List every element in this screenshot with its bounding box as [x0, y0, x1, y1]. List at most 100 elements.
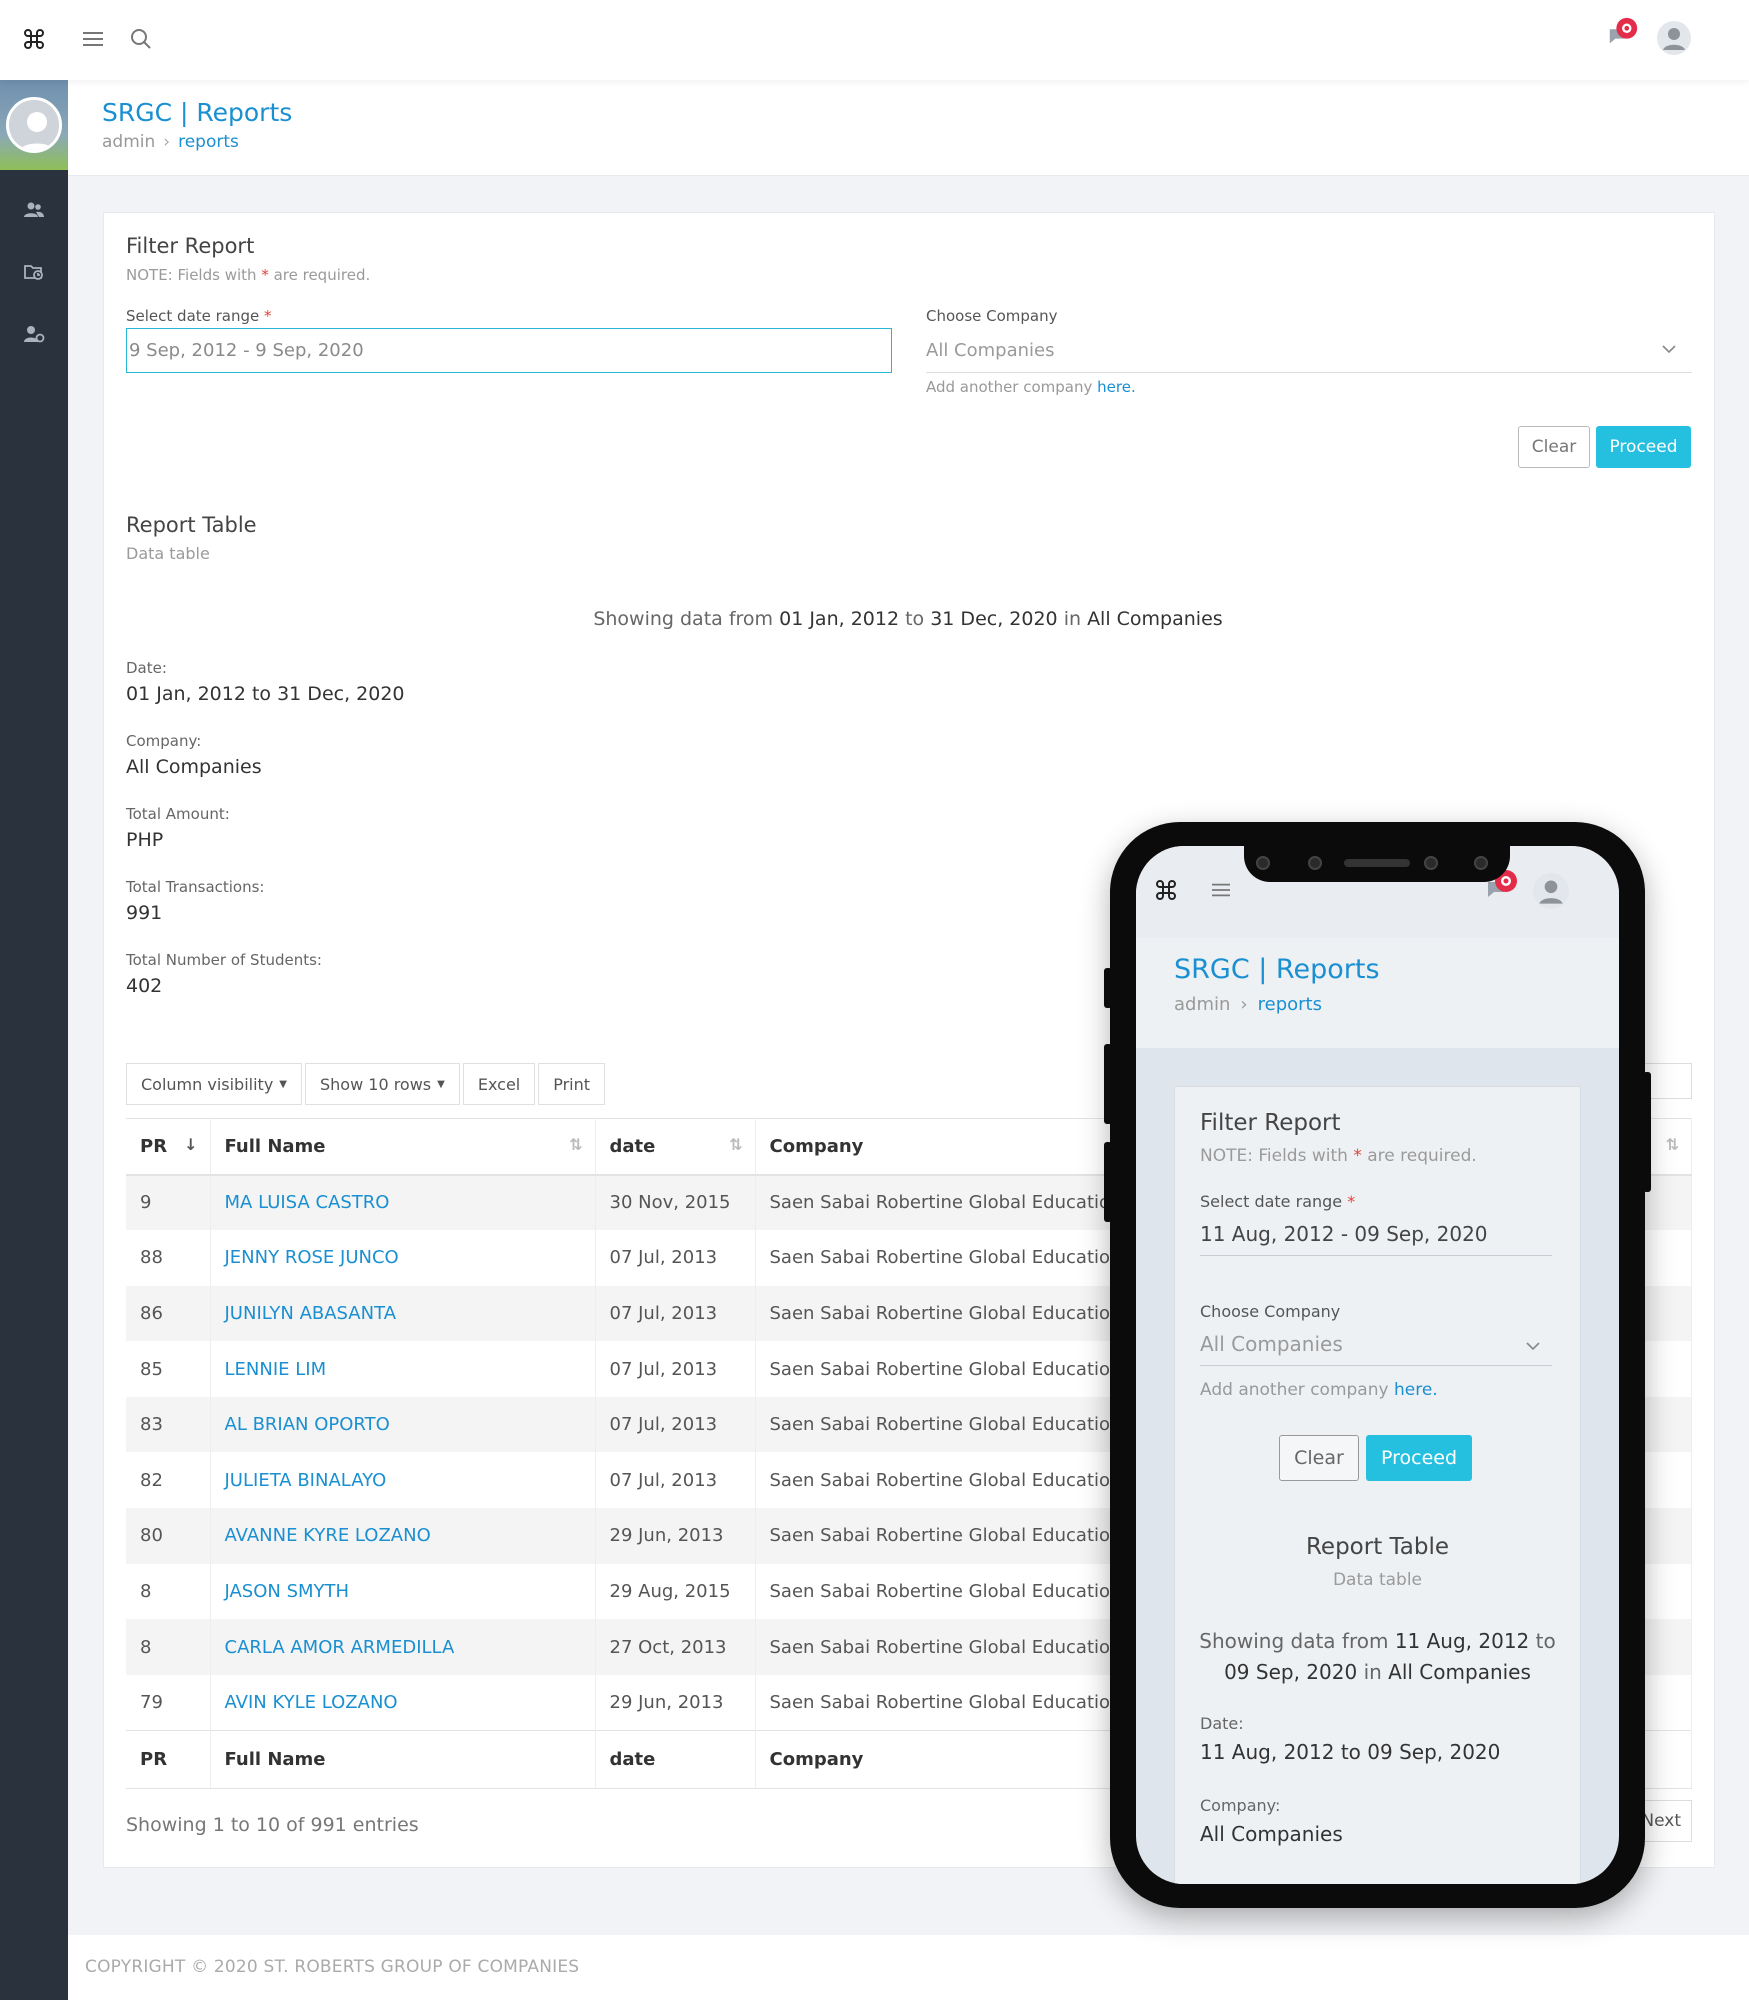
required-mark: *: [261, 266, 269, 284]
stat-amount-value: PHP: [126, 829, 164, 851]
cell-full-name-link[interactable]: AVANNE KYRE LOZANO: [210, 1508, 596, 1564]
stat-date-value: 01 Jan, 2012 to 31 Dec, 2020: [126, 683, 405, 705]
cell-date: 30 Nov, 2015: [595, 1174, 756, 1231]
breadcrumb-reports[interactable]: reports: [178, 132, 239, 152]
cell-full-name-link[interactable]: JENNY ROSE JUNCO: [210, 1230, 596, 1286]
phone-clear-button[interactable]: Clear: [1279, 1435, 1359, 1481]
phone-camera: [1474, 856, 1488, 870]
user-avatar-icon[interactable]: [1656, 20, 1692, 56]
phone-showing-summary: Showing data from 11 Aug, 2012 to 09 Sep…: [1186, 1626, 1569, 1688]
cell-date: 07 Jul, 2013: [595, 1230, 756, 1286]
summary-to-word: to: [905, 608, 925, 630]
hamburger-menu-icon[interactable]: [76, 22, 110, 56]
phone-stat-date-label: Date:: [1200, 1714, 1244, 1733]
breadcrumb: admin › reports: [102, 132, 239, 152]
column-header-label: PR: [140, 1135, 168, 1157]
stat-company-value: All Companies: [126, 756, 262, 778]
phone-camera: [1256, 856, 1270, 870]
chevron-down-icon: [1660, 340, 1678, 363]
chat-notification-icon[interactable]: [1606, 16, 1640, 50]
phone-breadcrumb-admin[interactable]: admin: [1174, 994, 1230, 1015]
phone-date-label: Select date range *: [1200, 1192, 1355, 1211]
phone-screen: SRGC | Reports admin › reports Filter Repo…: [1136, 846, 1619, 1884]
sort-desc-icon: ↓: [184, 1135, 198, 1154]
cell-full-name-link[interactable]: AL BRIAN OPORTO: [210, 1396, 596, 1453]
summary-prefix: Showing data from: [593, 608, 774, 630]
cell-pr: 9: [126, 1174, 211, 1231]
phone-date-label-text: Select date range: [1200, 1192, 1343, 1211]
column-header-label: date: [609, 1135, 656, 1157]
cell-full-name-link[interactable]: JULIETA BINALAYO: [210, 1452, 596, 1509]
phone-camera: [1308, 856, 1322, 870]
column-header-date[interactable]: date ⇅: [595, 1118, 756, 1176]
table-toolbar: Column visibility ▼ Show 10 rows ▼ Excel P…: [126, 1063, 608, 1105]
cell-pr: 83: [126, 1396, 211, 1453]
print-button[interactable]: Print: [538, 1063, 606, 1105]
date-label-text: Select date range: [126, 307, 260, 325]
add-company-link[interactable]: here.: [1097, 378, 1136, 396]
stat-students-label: Total Number of Students:: [126, 951, 322, 969]
excel-button[interactable]: Excel: [462, 1063, 536, 1105]
column-visibility-button[interactable]: Column visibility ▼: [126, 1063, 302, 1105]
summary-to: 31 Dec, 2020: [930, 608, 1058, 630]
cell-full-name-link[interactable]: JUNILYN ABASANTA: [210, 1285, 596, 1342]
phone-summary-scope: All Companies: [1388, 1660, 1531, 1684]
show-rows-button[interactable]: Show 10 rows ▼: [305, 1063, 460, 1105]
column-header-full-name[interactable]: Full Name ⇅: [210, 1118, 596, 1176]
cell-date: 07 Jul, 2013: [595, 1396, 756, 1453]
clear-button[interactable]: Clear: [1518, 426, 1590, 468]
phone-command-icon[interactable]: [1154, 878, 1178, 906]
phone-add-company-hint: Add another company here.: [1200, 1380, 1438, 1400]
proceed-button[interactable]: Proceed: [1596, 426, 1691, 468]
phone-stat-company-value: All Companies: [1200, 1822, 1343, 1846]
user-settings-icon[interactable]: [0, 314, 68, 354]
sidebar: [0, 80, 68, 2000]
add-company-text: Add another company: [926, 378, 1093, 396]
cell-date: 07 Jul, 2013: [595, 1452, 756, 1509]
cell-pr: 88: [126, 1230, 211, 1286]
cell-full-name-link[interactable]: CARLA AMOR ARMEDILLA: [210, 1619, 596, 1675]
cell-pr: 80: [126, 1508, 211, 1564]
summary-from: 01 Jan, 2012: [779, 608, 900, 630]
add-company-hint: Add another company here.: [926, 378, 1136, 396]
sidebar-avatar[interactable]: [0, 80, 68, 170]
company-select-value: All Companies: [926, 339, 1055, 361]
phone-add-company-link[interactable]: here.: [1394, 1380, 1438, 1400]
cell-full-name-link[interactable]: LENNIE LIM: [210, 1341, 596, 1397]
cell-full-name-link[interactable]: JASON SMYTH: [210, 1563, 596, 1620]
company-select[interactable]: All Companies: [926, 328, 1692, 373]
phone-report-table-subtitle: Data table: [1332, 1570, 1423, 1590]
cell-pr: 86: [126, 1285, 211, 1342]
page-footer: COPYRIGHT © 2020 ST. ROBERTS GROUP OF CO…: [68, 1935, 1749, 2000]
cell-full-name-link[interactable]: AVIN KYLE LOZANO: [210, 1674, 596, 1731]
phone-date-range-input[interactable]: 11 Aug, 2012 - 09 Sep, 2020: [1200, 1216, 1552, 1256]
command-icon[interactable]: [17, 22, 51, 56]
filter-note: NOTE: Fields with * are required.: [126, 266, 370, 284]
stat-date-label: Date:: [126, 659, 167, 677]
phone-company-select[interactable]: All Companies: [1200, 1326, 1552, 1366]
breadcrumb-admin[interactable]: admin: [102, 132, 155, 152]
folder-clock-icon[interactable]: [0, 252, 68, 292]
phone-breadcrumb: admin › reports: [1174, 994, 1322, 1015]
phone-summary-from: 11 Aug, 2012: [1394, 1629, 1530, 1653]
column-header-pr[interactable]: PR ↓: [126, 1118, 211, 1176]
date-range-label: Select date range *: [126, 307, 272, 325]
next-page-button[interactable]: Next: [1640, 1800, 1692, 1842]
cell-date: 29 Aug, 2015: [595, 1563, 756, 1620]
search-icon[interactable]: [124, 22, 158, 56]
cell-date: 29 Jun, 2013: [595, 1508, 756, 1564]
phone-side-button: [1643, 1072, 1651, 1192]
phone-proceed-button[interactable]: Proceed: [1366, 1435, 1472, 1481]
phone-breadcrumb-reports[interactable]: reports: [1258, 994, 1322, 1015]
phone-company-select-value: All Companies: [1200, 1332, 1343, 1356]
cell-full-name-link[interactable]: MA LUISA CASTRO: [210, 1174, 596, 1231]
phone-user-avatar-icon[interactable]: [1532, 872, 1570, 914]
caret-down-icon: ▼: [437, 1078, 445, 1090]
date-range-input[interactable]: 9 Sep, 2012 - 9 Sep, 2020: [126, 328, 892, 373]
showing-summary: Showing data from 01 Jan, 2012 to 31 Dec…: [0, 608, 1749, 630]
cell-date: 07 Jul, 2013: [595, 1285, 756, 1342]
phone-hamburger-menu-icon[interactable]: [1210, 881, 1232, 903]
users-icon[interactable]: [0, 190, 68, 230]
phone-summary-in-word: in: [1363, 1660, 1382, 1684]
column-header-label: Company: [769, 1135, 864, 1157]
